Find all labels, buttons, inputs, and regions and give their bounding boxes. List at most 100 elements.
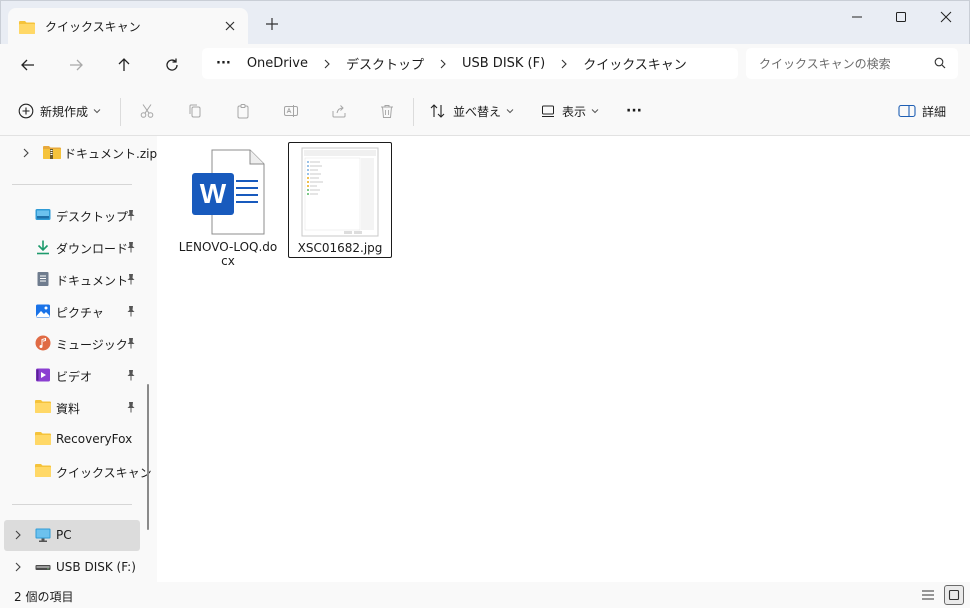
paste-button[interactable] (235, 99, 251, 123)
sort-button-label: 並べ替え (453, 104, 502, 119)
details-pane-button[interactable]: 詳細 (898, 99, 946, 123)
cut-button[interactable] (139, 99, 155, 123)
address-bar[interactable]: ··· OneDrive デスクトップ USB DISK (F) クイックスキャ… (202, 48, 738, 79)
forward-button[interactable] (66, 55, 86, 75)
svg-text:W: W (200, 178, 227, 209)
sidebar-item-label: ドキュメント.zip (64, 147, 157, 161)
chevron-right-icon[interactable] (559, 59, 569, 69)
share-icon (331, 103, 347, 119)
more-options-button[interactable]: ··· (626, 99, 642, 123)
status-bar: 2 個の項目 (0, 582, 970, 608)
sidebar-item-pc[interactable]: PC (4, 520, 140, 551)
sidebar-divider (12, 184, 132, 185)
close-window-button[interactable] (924, 7, 968, 27)
view-button-label: 表示 (562, 104, 587, 119)
search-placeholder: クイックスキャンの検索 (759, 57, 891, 71)
sidebar-item-label: USB DISK (F:) (56, 560, 136, 574)
file-item-docx[interactable]: W LENOVO-LOQ.docx (176, 148, 280, 268)
maximize-button[interactable] (879, 7, 923, 27)
sidebar-item-materials[interactable]: 資料 (4, 392, 140, 423)
pin-icon (126, 209, 136, 221)
folder-icon (35, 431, 51, 447)
video-icon (35, 367, 51, 383)
chevron-right-icon[interactable] (13, 530, 23, 540)
details-view-button[interactable] (918, 585, 938, 605)
pictures-icon (35, 303, 51, 319)
pin-icon (126, 401, 136, 413)
tiles-view-icon (948, 589, 960, 601)
sort-icon (429, 103, 447, 119)
copy-icon (187, 103, 203, 119)
sidebar-item-music[interactable]: ミュージック (4, 328, 140, 359)
toolbar-divider (413, 98, 414, 126)
breadcrumb-onedrive[interactable]: OneDrive (247, 56, 308, 71)
title-bar: クイックスキャン (0, 0, 970, 45)
sidebar-item-desktop[interactable]: デスクトップ (4, 200, 140, 231)
pin-icon (126, 241, 136, 253)
sidebar-item-label: 資料 (56, 402, 81, 416)
scissors-icon (139, 103, 155, 119)
chevron-right-icon[interactable] (21, 148, 31, 158)
breadcrumb-more-button[interactable]: ··· (216, 56, 231, 71)
pin-icon (126, 273, 136, 285)
large-icons-view-button[interactable] (944, 585, 964, 605)
chevron-right-icon[interactable] (322, 59, 332, 69)
sort-button[interactable]: 並べ替え (429, 99, 514, 123)
breadcrumb-usb-disk[interactable]: USB DISK (F) (462, 56, 545, 71)
chevron-down-icon (93, 107, 101, 115)
view-icon (540, 103, 556, 119)
tab-quick-scan[interactable]: クイックスキャン (8, 8, 248, 45)
new-button[interactable]: 新規作成 (18, 99, 101, 123)
pin-icon (126, 337, 136, 349)
chevron-right-icon[interactable] (438, 59, 448, 69)
rename-icon (283, 103, 299, 119)
breadcrumb-desktop[interactable]: デスクトップ (346, 54, 424, 73)
list-view-icon (922, 590, 934, 600)
sidebar-item-label: ピクチャ (56, 306, 104, 320)
chevron-right-icon[interactable] (13, 562, 23, 572)
sidebar-item-quick-scan[interactable]: クイックスキャン (4, 456, 152, 487)
sidebar-item-label: PC (56, 528, 72, 542)
copy-button[interactable] (187, 99, 203, 123)
navigation-pane: ドキュメント.zip デスクトップ ダウンロード ドキュメント ピクチャ ミュー… (0, 136, 157, 582)
command-bar: 新規作成 並べ替え 表示 ··· 詳細 (0, 86, 970, 136)
plus-circle-icon (18, 103, 34, 119)
new-tab-button[interactable] (263, 15, 281, 33)
back-button[interactable] (18, 55, 38, 75)
refresh-button[interactable] (162, 55, 182, 75)
share-button[interactable] (331, 99, 347, 123)
sidebar-item-videos[interactable]: ビデオ (4, 360, 140, 391)
sidebar-item-downloads[interactable]: ダウンロード (4, 232, 140, 263)
folder-icon (35, 463, 51, 479)
rename-button[interactable] (283, 99, 299, 123)
sidebar-item-zip[interactable]: ドキュメント.zip (4, 137, 157, 168)
close-tab-icon[interactable] (222, 18, 238, 34)
clipboard-icon (235, 103, 251, 119)
chevron-down-icon (591, 107, 599, 115)
sidebar-item-usb-disk[interactable]: USB DISK (F:) (4, 552, 140, 582)
sidebar-item-label: デスクトップ (56, 210, 129, 224)
view-button[interactable]: 表示 (540, 99, 599, 123)
music-icon (35, 335, 51, 351)
delete-button[interactable] (379, 99, 395, 123)
sidebar-item-recoveryfox[interactable]: RecoveryFox (4, 424, 140, 455)
sidebar-item-pictures[interactable]: ピクチャ (4, 296, 140, 327)
sidebar-item-label: ダウンロード (56, 242, 129, 256)
file-item-jpg[interactable]: XSC01682.jpg (288, 142, 392, 258)
minimize-button[interactable] (835, 7, 879, 27)
desktop-icon (35, 207, 51, 223)
up-button[interactable] (114, 55, 134, 75)
tab-title: クイックスキャン (45, 20, 141, 34)
search-input[interactable]: クイックスキャンの検索 (746, 48, 958, 79)
folder-icon (19, 20, 35, 34)
sidebar-item-label: ビデオ (56, 370, 93, 384)
breadcrumb-quick-scan[interactable]: クイックスキャン (583, 54, 687, 73)
sidebar-scrollbar[interactable] (147, 384, 149, 530)
file-name: LENOVO-LOQ.docx (178, 240, 278, 268)
sidebar-item-documents[interactable]: ドキュメント (4, 264, 140, 295)
address-row: ··· OneDrive デスクトップ USB DISK (F) クイックスキャ… (0, 44, 970, 86)
sidebar-divider (12, 504, 132, 505)
pc-icon (35, 527, 51, 543)
zip-folder-icon (43, 144, 61, 160)
image-thumbnail (300, 147, 380, 237)
